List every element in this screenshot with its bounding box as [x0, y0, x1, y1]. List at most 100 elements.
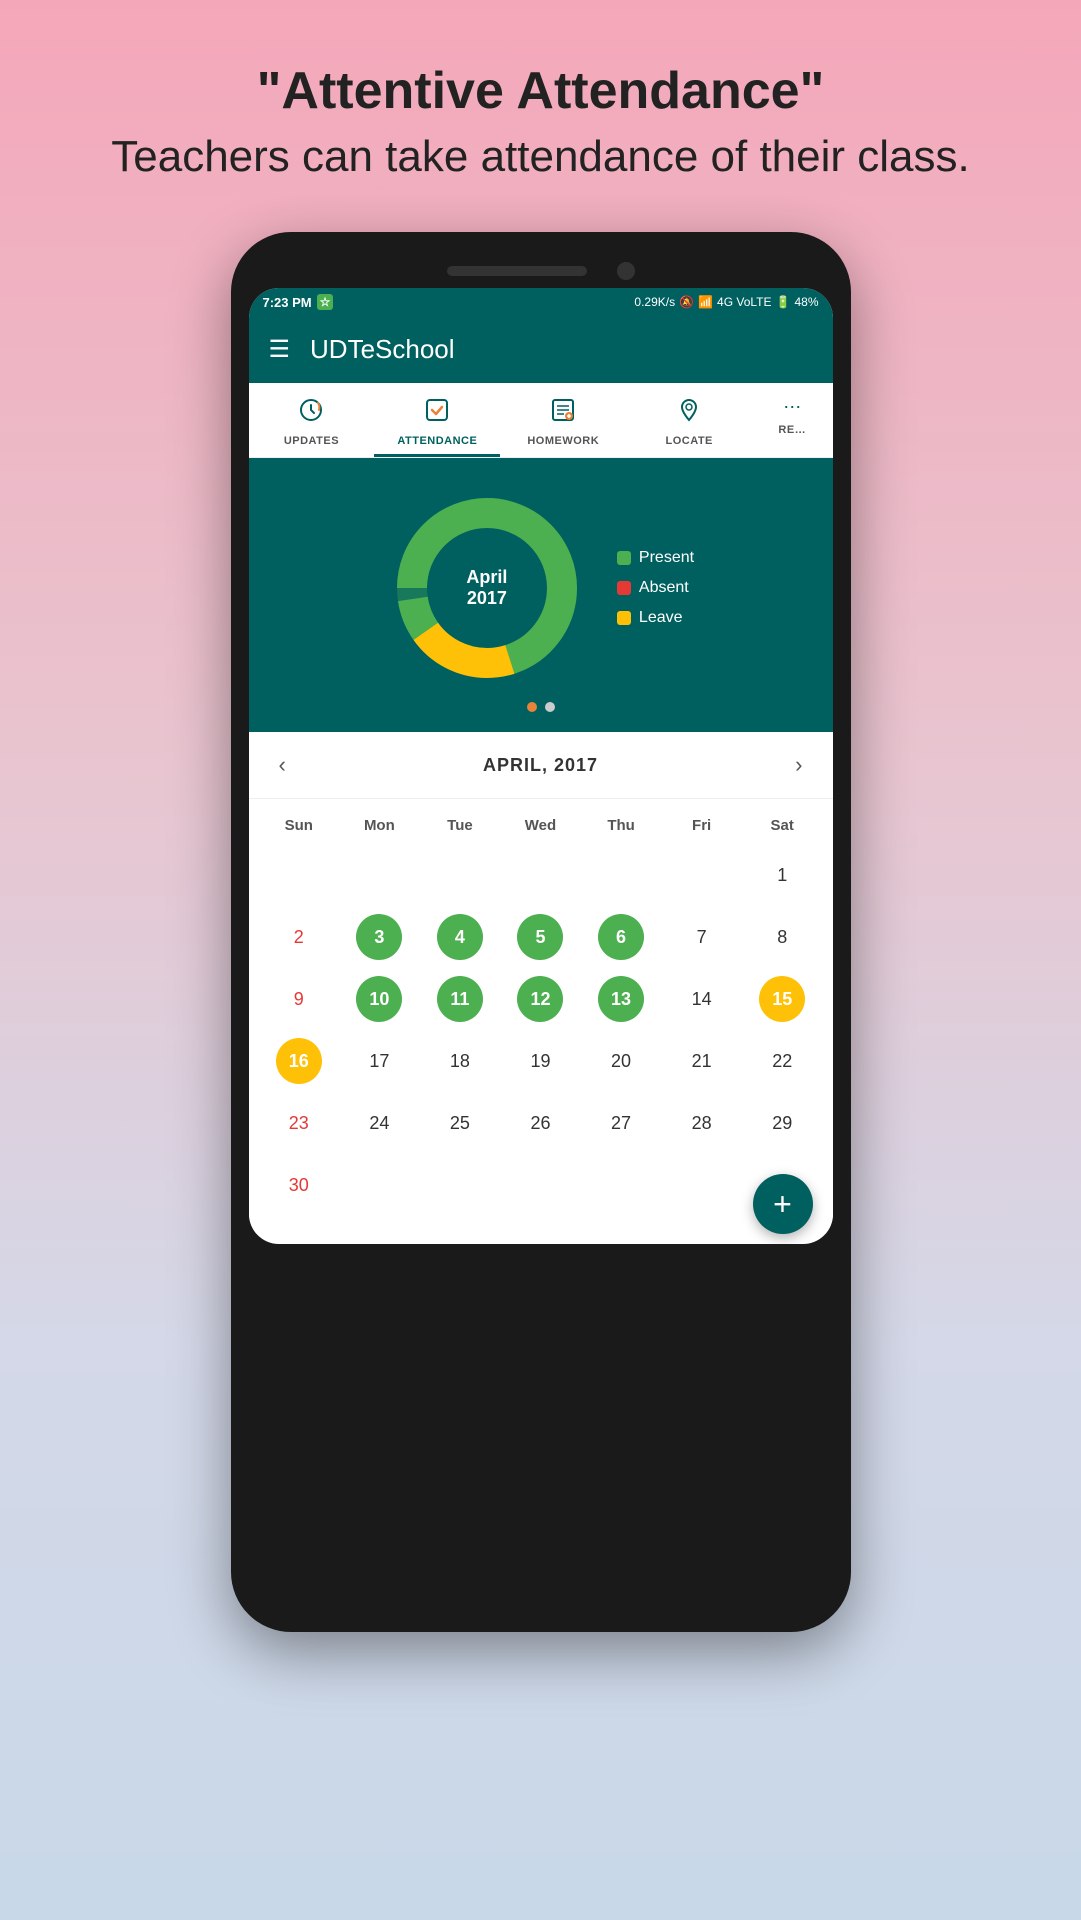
phone-screen: 7:23 PM ☆ 0.29K/s 🔕 📶 4G VoLTE 🔋 48% ☰ U… — [249, 288, 833, 1244]
tab-locate[interactable]: LOCATE — [626, 383, 752, 457]
chart-pagination — [269, 702, 813, 712]
calendar-day[interactable] — [420, 1156, 501, 1214]
calendar-day[interactable]: 20 — [581, 1032, 662, 1090]
calendar-body: 1234567891011121314151617181920212223242… — [259, 846, 823, 1214]
calendar-month-title: APRIL, 2017 — [483, 755, 598, 776]
legend-leave-dot — [617, 611, 631, 625]
calendar-next-button[interactable]: › — [785, 748, 812, 782]
chart-container: April 2017 Present Absent — [269, 488, 813, 688]
phone-frame: 7:23 PM ☆ 0.29K/s 🔕 📶 4G VoLTE 🔋 48% ☰ U… — [231, 232, 851, 1632]
calendar-day[interactable]: 24 — [339, 1094, 420, 1152]
legend-present: Present — [617, 549, 694, 567]
fab-add-button[interactable]: + — [753, 1174, 813, 1234]
cal-header-mon: Mon — [339, 811, 420, 840]
calendar-day[interactable]: 27 — [581, 1094, 662, 1152]
calendar-day[interactable]: 10 — [339, 970, 420, 1028]
subheadline: Teachers can take attendance of their cl… — [111, 132, 970, 182]
chart-dot-2[interactable] — [545, 702, 555, 712]
calendar-day[interactable] — [661, 1156, 742, 1214]
calendar-day[interactable]: 21 — [661, 1032, 742, 1090]
calendar-day[interactable]: 30 — [259, 1156, 340, 1214]
tab-more-label: RE… — [778, 424, 806, 436]
calendar-day[interactable] — [581, 1156, 662, 1214]
calendar-day[interactable]: 7 — [661, 908, 742, 966]
homework-icon — [550, 397, 576, 429]
calendar-day[interactable] — [661, 846, 742, 904]
calendar-grid: Sun Mon Tue Wed Thu Fri Sat 123456789101… — [249, 799, 833, 1234]
cal-header-sat: Sat — [742, 811, 823, 840]
tab-attendance-label: ATTENDANCE — [397, 435, 477, 447]
calendar-day[interactable] — [500, 1156, 581, 1214]
cal-header-wed: Wed — [500, 811, 581, 840]
calendar-day[interactable]: 4 — [420, 908, 501, 966]
phone-notch — [249, 262, 833, 280]
updates-icon — [298, 397, 324, 429]
calendar-day[interactable] — [259, 846, 340, 904]
calendar-day[interactable]: 1 — [742, 846, 823, 904]
cal-header-sun: Sun — [259, 811, 340, 840]
calendar-day[interactable] — [339, 846, 420, 904]
calendar-day[interactable] — [581, 846, 662, 904]
calendar-day[interactable]: 26 — [500, 1094, 581, 1152]
calendar-day[interactable]: 13 — [581, 970, 662, 1028]
donut-chart: April 2017 — [387, 488, 587, 688]
calendar-day[interactable]: 9 — [259, 970, 340, 1028]
calendar-prev-button[interactable]: ‹ — [269, 748, 296, 782]
tab-updates[interactable]: UPDATES — [249, 383, 375, 457]
calendar-day[interactable]: 8 — [742, 908, 823, 966]
legend-leave: Leave — [617, 609, 694, 627]
calendar-header-row: Sun Mon Tue Wed Thu Fri Sat — [259, 805, 823, 846]
chart-section: April 2017 Present Absent — [249, 458, 833, 732]
phone-speaker — [447, 266, 587, 276]
calendar-day[interactable] — [500, 846, 581, 904]
tab-homework[interactable]: HOMEWORK — [500, 383, 626, 457]
page-title-section: "Attentive Attendance" Teachers can take… — [111, 60, 970, 182]
calendar-day[interactable]: 25 — [420, 1094, 501, 1152]
legend-absent: Absent — [617, 579, 694, 597]
calendar-day[interactable]: 15 — [742, 970, 823, 1028]
donut-center: April 2017 — [466, 567, 507, 609]
calendar-nav: ‹ APRIL, 2017 › — [249, 732, 833, 799]
calendar-day[interactable]: 19 — [500, 1032, 581, 1090]
calendar-day[interactable]: 28 — [661, 1094, 742, 1152]
chart-dot-1[interactable] — [527, 702, 537, 712]
calendar-day[interactable]: 23 — [259, 1094, 340, 1152]
status-bar: 7:23 PM ☆ 0.29K/s 🔕 📶 4G VoLTE 🔋 48% — [249, 288, 833, 316]
tab-homework-label: HOMEWORK — [527, 435, 599, 447]
calendar-day[interactable] — [420, 846, 501, 904]
headline: "Attentive Attendance" — [111, 60, 970, 122]
status-time: 7:23 PM ☆ — [263, 294, 334, 310]
tab-attendance[interactable]: ATTENDANCE — [374, 383, 500, 457]
calendar-day[interactable]: 3 — [339, 908, 420, 966]
calendar-section: ‹ APRIL, 2017 › Sun Mon Tue Wed Thu Fri … — [249, 732, 833, 1234]
calendar-day[interactable]: 14 — [661, 970, 742, 1028]
cal-header-tue: Tue — [420, 811, 501, 840]
calendar-day[interactable]: 6 — [581, 908, 662, 966]
calendar-day[interactable]: 11 — [420, 970, 501, 1028]
calendar-day[interactable]: 5 — [500, 908, 581, 966]
tab-updates-label: UPDATES — [284, 435, 339, 447]
calendar-day[interactable]: 16 — [259, 1032, 340, 1090]
calendar-day[interactable]: 18 — [420, 1032, 501, 1090]
nav-tabs: UPDATES ATTENDANCE — [249, 383, 833, 458]
calendar-day[interactable]: 22 — [742, 1032, 823, 1090]
chart-legend: Present Absent Leave — [617, 549, 694, 627]
status-right: 0.29K/s 🔕 📶 4G VoLTE 🔋 48% — [634, 295, 818, 309]
tab-locate-label: LOCATE — [665, 435, 712, 447]
legend-present-dot — [617, 551, 631, 565]
calendar-day[interactable]: 2 — [259, 908, 340, 966]
hamburger-icon[interactable]: ☰ — [269, 335, 291, 364]
calendar-day[interactable]: 29 — [742, 1094, 823, 1152]
status-icon: ☆ — [317, 294, 334, 310]
app-header: ☰ UDTeSchool — [249, 316, 833, 383]
attendance-icon — [424, 397, 450, 429]
calendar-day[interactable] — [339, 1156, 420, 1214]
tab-more[interactable]: ⋯ RE… — [752, 383, 832, 457]
cal-header-thu: Thu — [581, 811, 662, 840]
fab-area: + — [249, 1234, 833, 1244]
app-title: UDTeSchool — [310, 334, 455, 365]
calendar-day[interactable]: 12 — [500, 970, 581, 1028]
phone-camera — [617, 262, 635, 280]
calendar-day[interactable]: 17 — [339, 1032, 420, 1090]
legend-absent-dot — [617, 581, 631, 595]
